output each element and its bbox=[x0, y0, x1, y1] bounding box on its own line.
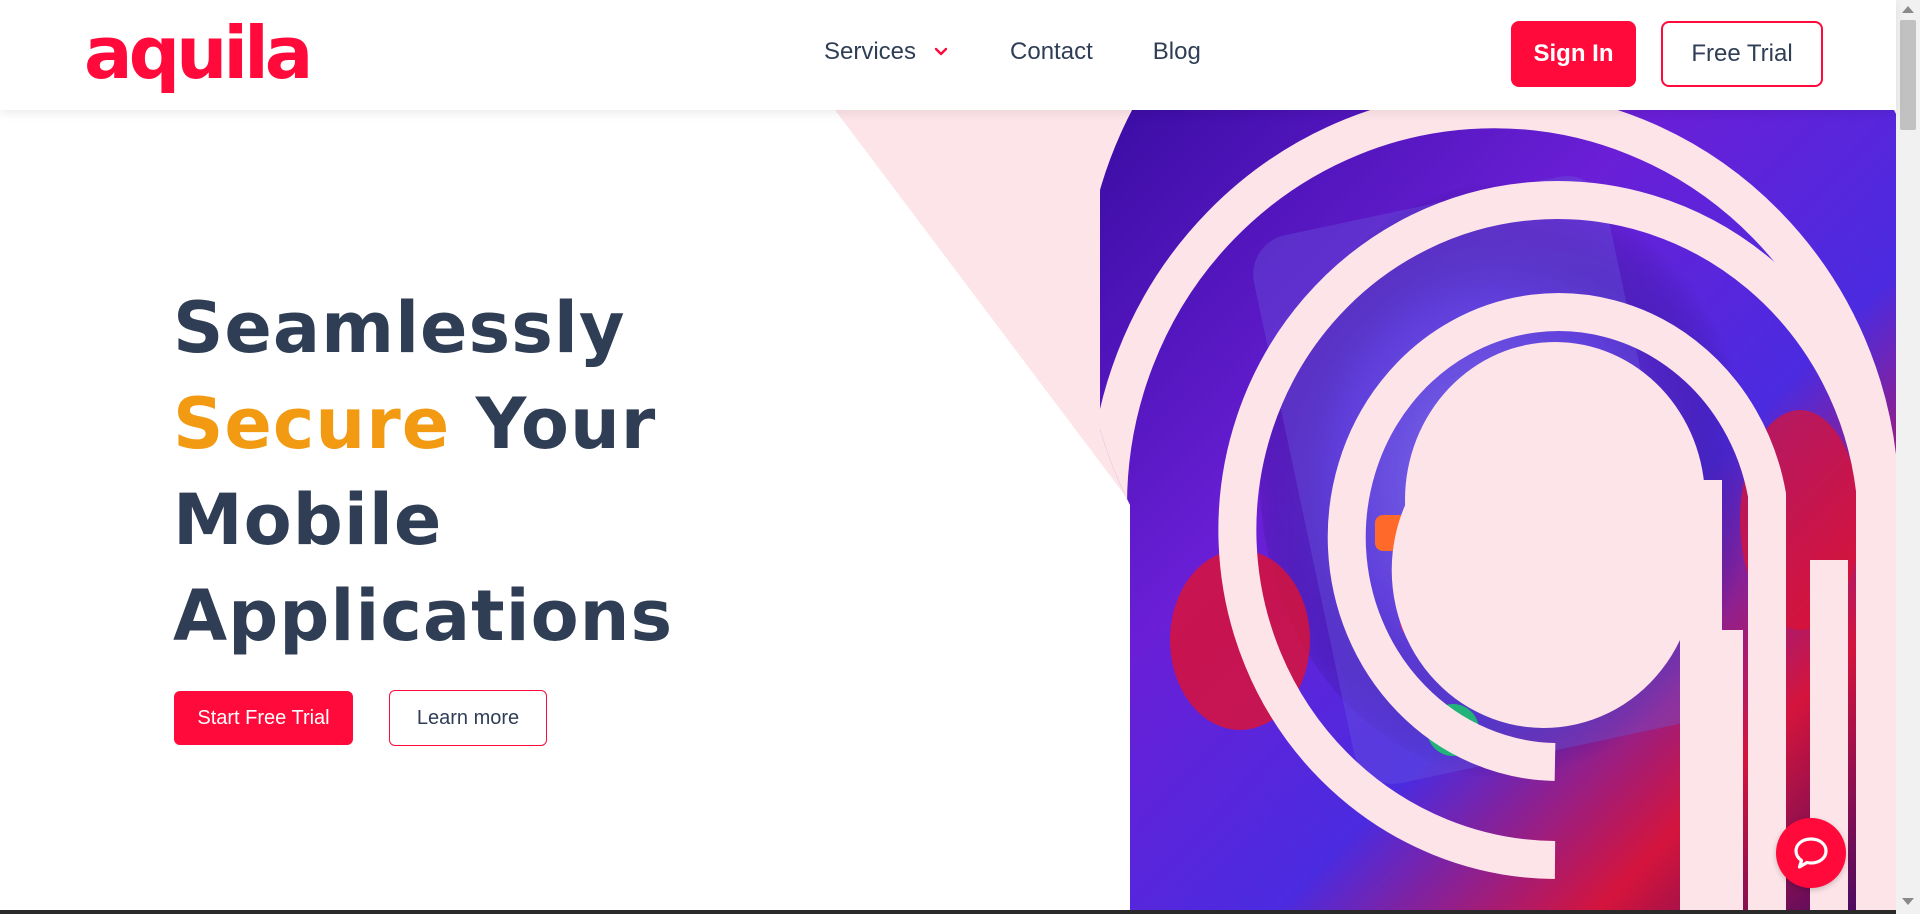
nav-blog[interactable]: Blog bbox=[1153, 38, 1201, 66]
chat-bubble-icon bbox=[1794, 837, 1828, 869]
headline-line-2: Secure Your bbox=[173, 376, 673, 472]
page-scrollbar[interactable] bbox=[1896, 0, 1920, 914]
chat-launcher-button[interactable] bbox=[1776, 818, 1846, 888]
main-nav: Services Contact Blog bbox=[824, 38, 1201, 66]
headline-line-2-rest: Your bbox=[450, 383, 657, 465]
learn-more-button[interactable]: Learn more bbox=[389, 690, 547, 746]
window-bottom-edge bbox=[0, 910, 1896, 914]
aquila-logo[interactable]: aquila bbox=[84, 8, 313, 98]
site-header: aquila Services Contact Blog Sign In Fre… bbox=[0, 0, 1896, 110]
scroll-up-arrow-icon[interactable] bbox=[1902, 6, 1914, 13]
headline-line-4: Applications bbox=[173, 575, 674, 657]
nav-blog-label: Blog bbox=[1152, 38, 1201, 65]
nav-services[interactable]: Services bbox=[824, 38, 950, 66]
sign-in-button[interactable]: Sign In bbox=[1511, 21, 1636, 87]
headline-accent-word: Secure bbox=[173, 383, 451, 465]
scrollbar-thumb[interactable] bbox=[1900, 20, 1916, 130]
hero-headline: Seamlessly Secure Your Mobile Applicatio… bbox=[173, 280, 673, 664]
headline-line-3: Mobile bbox=[173, 479, 443, 561]
free-trial-button[interactable]: Free Trial bbox=[1661, 21, 1823, 87]
start-free-trial-button[interactable]: Start Free Trial bbox=[174, 691, 353, 745]
nav-contact-label: Contact bbox=[1010, 38, 1093, 65]
nav-contact[interactable]: Contact bbox=[1010, 38, 1093, 66]
nav-services-label: Services bbox=[824, 38, 917, 65]
headline-line-1: Seamlessly bbox=[173, 287, 626, 369]
scroll-down-arrow-icon[interactable] bbox=[1902, 898, 1914, 905]
chevron-down-icon bbox=[934, 47, 948, 56]
